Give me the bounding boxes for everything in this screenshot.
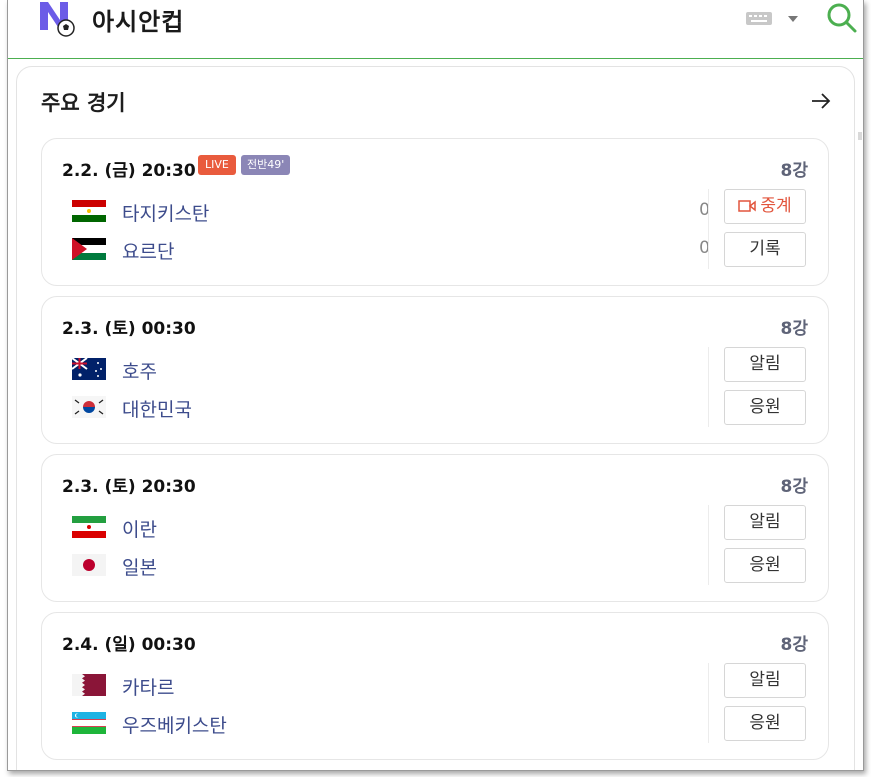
team-name: 우즈베키스탄 (122, 715, 227, 737)
keyboard-icon[interactable] (746, 10, 802, 28)
team-name: 이란 (122, 519, 157, 541)
broadcast-label: 중계 (760, 196, 792, 216)
browser-frame: 아시안컵 주요 경기 2.2. (금) 20:30 LIVE 전반49' 8강 … (7, 0, 864, 771)
round-label: 8강 (780, 477, 808, 497)
header: 아시안컵 (8, 0, 863, 59)
match-card[interactable]: 2.4. (일) 00:30 8강 카타르 우즈베키스탄 알림 응원 (41, 612, 829, 760)
team-name: 타지키스탄 (122, 203, 210, 225)
team-name: 대한민국 (122, 399, 192, 421)
alert-button[interactable]: 알림 (724, 505, 806, 540)
korea-flag-icon (72, 396, 106, 418)
record-button[interactable]: 기록 (724, 232, 806, 267)
uzbekistan-flag-icon (72, 712, 106, 734)
japan-flag-icon (72, 554, 106, 576)
cheer-button[interactable]: 응원 (724, 548, 806, 583)
divider (708, 505, 709, 585)
tajikistan-flag-icon (72, 200, 106, 222)
jordan-flag-icon (72, 238, 106, 260)
scrollbar-thumb[interactable] (858, 132, 862, 140)
match-card[interactable]: 2.3. (토) 20:30 8강 이란 일본 알림 응원 (41, 454, 829, 602)
search-icon[interactable] (826, 2, 858, 34)
home-team-row[interactable]: 카타르 (72, 672, 692, 699)
australia-flag-icon (72, 358, 106, 380)
broadcast-button[interactable]: 중계 (724, 189, 806, 224)
away-team-row[interactable]: 요르단 0 (72, 236, 710, 263)
match-card[interactable]: 2.2. (금) 20:30 LIVE 전반49' 8강 타지키스탄 0 요르단… (41, 138, 829, 286)
alert-button[interactable]: 알림 (724, 663, 806, 698)
home-team-row[interactable]: 타지키스탄 0 (72, 198, 710, 225)
cheer-button[interactable]: 응원 (724, 390, 806, 425)
round-label: 8강 (780, 161, 808, 181)
period-badge: 전반49' (241, 155, 291, 175)
team-name: 호주 (122, 361, 157, 383)
round-label: 8강 (780, 319, 808, 339)
section-title: 주요 경기 (41, 91, 126, 115)
divider (708, 347, 709, 427)
iran-flag-icon (72, 516, 106, 538)
arrow-right-icon[interactable] (809, 89, 833, 113)
team-name: 일본 (122, 557, 157, 579)
round-label: 8강 (780, 635, 808, 655)
divider (708, 189, 709, 269)
match-datetime: 2.2. (금) 20:30 (62, 161, 196, 181)
live-badge: LIVE (198, 155, 236, 175)
video-icon (738, 200, 757, 212)
main-matches-card: 주요 경기 2.2. (금) 20:30 LIVE 전반49' 8강 타지키스탄… (16, 66, 855, 770)
away-team-row[interactable]: 대한민국 (72, 394, 692, 421)
match-datetime: 2.4. (일) 00:30 (62, 635, 196, 655)
away-team-row[interactable]: 우즈베키스탄 (72, 710, 692, 737)
page-title: 아시안컵 (92, 8, 185, 36)
away-team-row[interactable]: 일본 (72, 552, 692, 579)
qatar-flag-icon (72, 674, 106, 696)
match-datetime: 2.3. (토) 00:30 (62, 319, 196, 339)
match-card[interactable]: 2.3. (토) 00:30 8강 호주 대한민국 알림 응원 (41, 296, 829, 444)
team-name: 요르단 (122, 241, 175, 263)
team-name: 카타르 (122, 677, 175, 699)
cheer-button[interactable]: 응원 (724, 706, 806, 741)
divider (708, 663, 709, 743)
match-datetime: 2.3. (토) 20:30 (62, 477, 196, 497)
home-team-row[interactable]: 이란 (72, 514, 692, 541)
home-team-row[interactable]: 호주 (72, 356, 692, 383)
alert-button[interactable]: 알림 (724, 347, 806, 382)
naver-soccer-logo-icon[interactable] (38, 2, 76, 38)
